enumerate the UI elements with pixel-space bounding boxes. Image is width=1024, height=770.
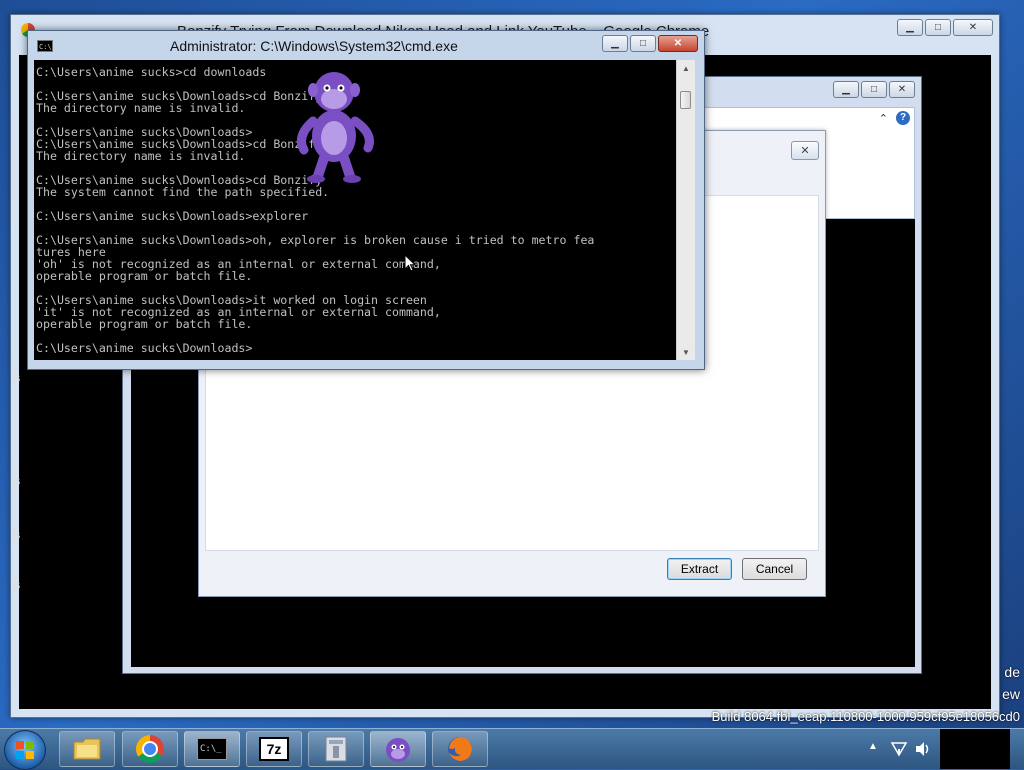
clock-area[interactable] <box>940 729 1010 769</box>
console-line: C:\Users\anime sucks\Downloads>oh, explo… <box>36 233 595 247</box>
7zip-icon: 7z <box>259 737 289 761</box>
console-line: C:\Users\anime sucks\Downloads>explorer <box>36 209 309 223</box>
scroll-up-icon[interactable]: ▲ <box>677 60 695 76</box>
close-button[interactable]: ✕ <box>658 35 698 52</box>
taskbar-bonzi[interactable] <box>370 731 426 767</box>
maximize-button[interactable]: □ <box>925 19 951 36</box>
taskbar-7zip[interactable]: 7z <box>246 731 302 767</box>
help-icon[interactable]: ? <box>896 111 910 125</box>
taskbar: C:\_ 7z ▲ <box>0 728 1024 770</box>
bonzi-icon <box>386 738 410 762</box>
mouse-cursor-icon <box>404 254 416 272</box>
taskbar-explorer[interactable] <box>59 731 115 767</box>
build-watermark: Build 8064.fbl_eeap.110800-1000.959cf95e… <box>711 709 1020 724</box>
side-letter: B <box>13 373 21 385</box>
cmd-icon: C:\_ <box>197 738 227 760</box>
firefox-icon <box>448 737 472 761</box>
windows-logo-icon <box>16 741 34 759</box>
close-button[interactable]: ✕ <box>889 81 915 98</box>
minimize-button[interactable]: ▁ <box>602 35 628 52</box>
taskbar-chrome[interactable] <box>122 731 178 767</box>
console-line: C:\Users\anime sucks\Downloads> <box>36 341 253 355</box>
dialog-close-button[interactable]: ✕ <box>791 141 819 160</box>
tray-expand-icon[interactable]: ▲ <box>868 741 878 752</box>
vertical-scrollbar[interactable]: ▲ ▼ <box>676 60 695 360</box>
console-line: operable program or batch file. <box>36 269 253 283</box>
scroll-thumb[interactable] <box>680 91 691 109</box>
extract-button[interactable]: Extract <box>667 558 732 580</box>
watermark-text: de <box>1004 664 1020 680</box>
cmd-caption-buttons: ▁ □ ✕ <box>602 35 698 52</box>
action-center-icon[interactable] <box>890 741 908 757</box>
start-button[interactable] <box>4 730 46 770</box>
cmd-app-icon: C:\ <box>37 40 53 52</box>
console-line: operable program or batch file. <box>36 317 253 331</box>
volume-icon[interactable] <box>914 741 932 757</box>
minimize-button[interactable]: ▁ <box>897 19 923 36</box>
cmd-window-title: Administrator: C:\Windows\System32\cmd.e… <box>170 38 458 54</box>
maximize-button[interactable]: □ <box>630 35 656 52</box>
side-letter: B <box>13 580 21 592</box>
console-line: The system cannot find the path specifie… <box>36 185 330 199</box>
side-letter: B <box>13 530 21 542</box>
maximize-button[interactable]: □ <box>861 81 887 98</box>
chrome-caption-buttons: ▁ □ ✕ <box>897 19 993 36</box>
taskbar-archive[interactable] <box>308 731 364 767</box>
chrome-icon <box>136 735 164 763</box>
chevron-up-icon[interactable]: ⌃ <box>879 112 888 125</box>
folder-icon <box>73 738 101 760</box>
bonzi-buddy-character[interactable] <box>288 66 380 184</box>
scroll-down-icon[interactable]: ▼ <box>677 344 695 360</box>
archive-caption-buttons: ▁ □ ✕ <box>833 81 915 98</box>
side-letter: B <box>13 476 21 488</box>
archive-icon <box>325 736 347 762</box>
close-button[interactable]: ✕ <box>953 19 993 36</box>
taskbar-cmd[interactable]: C:\_ <box>184 731 240 767</box>
watermark-text: ew <box>1002 686 1020 702</box>
cancel-button[interactable]: Cancel <box>742 558 807 580</box>
taskbar-firefox[interactable] <box>432 731 488 767</box>
minimize-button[interactable]: ▁ <box>833 81 859 98</box>
